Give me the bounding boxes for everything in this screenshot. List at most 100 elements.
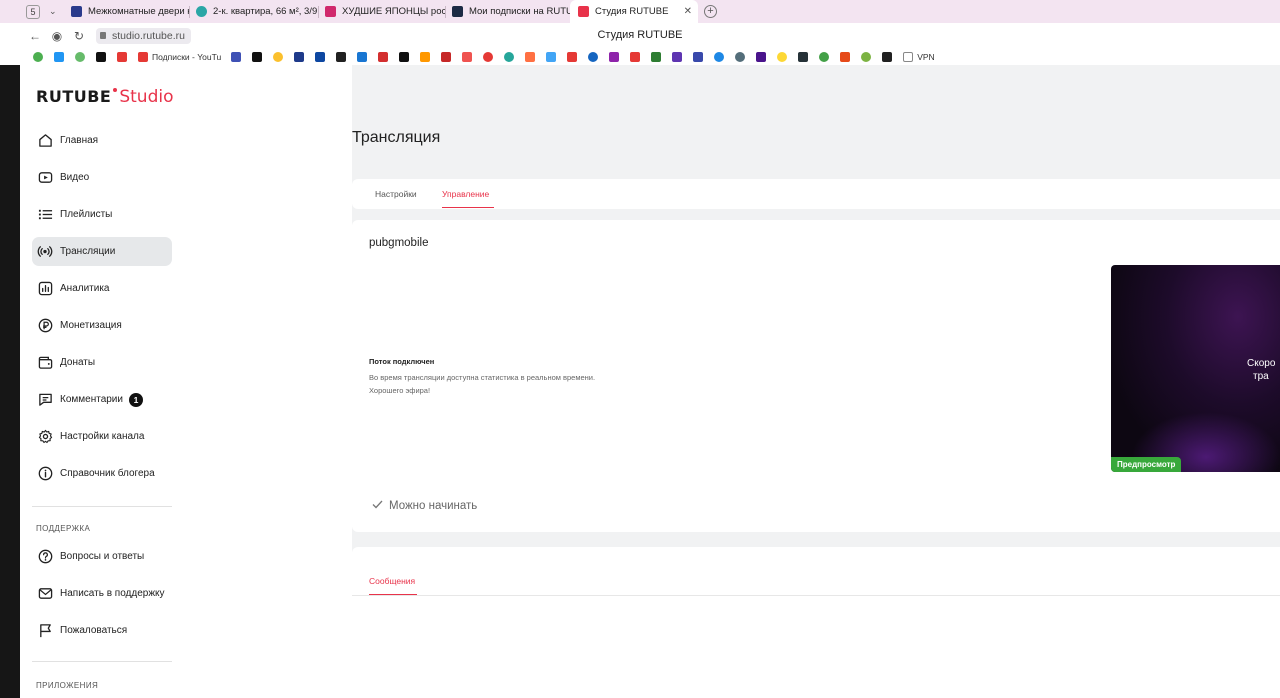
bookmark-icon[interactable] <box>840 51 851 62</box>
preview-text-line: Скоро <box>1247 358 1276 369</box>
sidebar-item-playlists[interactable]: Плейлисты <box>32 200 172 229</box>
sidebar-item-label: Написать в поддержку <box>60 588 165 599</box>
browser-tab[interactable]: 2-к. квартира, 66 м², 3/9 э <box>190 0 318 23</box>
bookmark-icon[interactable] <box>504 51 515 62</box>
sidebar-item-home[interactable]: Главная <box>32 126 172 155</box>
sidebar-divider <box>32 661 172 662</box>
sidebar-item-broadcasts[interactable]: Трансляции <box>32 237 172 266</box>
bookmark-icon[interactable] <box>714 51 725 62</box>
new-tab-button[interactable]: + <box>704 5 717 18</box>
status-desc-line: Во время трансляции доступна статистика … <box>369 373 596 382</box>
preview-badge: Предпросмотр <box>1111 457 1182 472</box>
sidebar-item-video[interactable]: Видео <box>32 163 172 192</box>
bookmark-icon[interactable] <box>798 51 809 62</box>
bookmark-icon[interactable] <box>399 51 410 62</box>
browser-tab-label: Мои подписки на RUTUBE <box>469 6 570 17</box>
page-title: Трансляция <box>352 129 441 146</box>
sidebar-item-report[interactable]: Пожаловаться <box>32 616 172 645</box>
bookmark-icon[interactable] <box>357 51 368 62</box>
bookmark-icon[interactable] <box>735 51 746 62</box>
browser-tab-label: Межкомнатные двери ко <box>88 6 189 17</box>
bookmark-vpn[interactable]: VPN <box>903 51 935 62</box>
bookmark-icon[interactable] <box>567 51 578 62</box>
bookmark-icon[interactable] <box>96 51 106 62</box>
sidebar-item-monetization[interactable]: Монетизация <box>32 311 172 340</box>
sidebar-item-label: Вопросы и ответы <box>60 551 145 562</box>
bookmark-icon[interactable] <box>75 51 85 62</box>
sidebar-item-channel-settings[interactable]: Настройки канала <box>32 422 172 451</box>
stream-status-title: Поток подключен <box>369 357 435 366</box>
back-arrow-icon[interactable]: ← <box>24 29 46 43</box>
bookmark-icon[interactable] <box>630 51 641 62</box>
bookmark-icon[interactable] <box>117 51 127 62</box>
whatsapp-icon[interactable] <box>819 51 830 62</box>
bookmark-icon[interactable] <box>33 51 43 62</box>
browser-tab[interactable]: ХУДШИЕ ЯПОНЦЫ россі <box>319 0 445 23</box>
stream-preview[interactable]: Скоро тра Предпросмотр <box>1111 265 1280 472</box>
close-tab-icon[interactable]: ✕ <box>684 6 692 17</box>
logo-dot <box>113 88 118 92</box>
url-field[interactable]: studio.rutube.ru <box>96 27 191 44</box>
tab-settings[interactable]: Настройки <box>375 189 417 199</box>
sidebar-nav: Главная Видео Плейлисты Трансляции Анали… <box>32 126 172 496</box>
bookmark-icon[interactable] <box>756 51 767 62</box>
browser-tab[interactable]: Межкомнатные двери ко <box>65 0 189 23</box>
bookmark-icon[interactable] <box>609 51 620 62</box>
sidebar-item-label: Трансляции <box>60 246 116 257</box>
sidebar-item-faq[interactable]: Вопросы и ответы <box>32 542 172 571</box>
flag-icon <box>37 623 53 639</box>
bookmark-label: VPN <box>917 51 935 62</box>
rutube-studio-favicon-icon <box>578 6 589 17</box>
bookmark-icon[interactable] <box>336 51 347 62</box>
bookmark-icon[interactable] <box>882 51 893 62</box>
bookmark-icon[interactable] <box>420 51 431 62</box>
chat-divider <box>352 595 1280 596</box>
bookmark-youtube[interactable]: Подписки - YouTu <box>138 51 221 62</box>
tab-counter[interactable]: 5 <box>26 4 40 19</box>
bookmark-icon[interactable] <box>462 51 473 62</box>
analytics-icon <box>37 281 53 297</box>
tab-management[interactable]: Управление <box>442 189 489 199</box>
bookmark-icon[interactable] <box>588 51 599 62</box>
tab-list-chevron-icon[interactable]: ⌄ <box>49 6 61 17</box>
checkmark-icon <box>372 500 383 512</box>
bookmark-icon[interactable] <box>441 51 452 62</box>
bookmark-icon[interactable] <box>483 51 494 62</box>
browser-tab-label: 2-к. квартира, 66 м², 3/9 э <box>213 6 318 17</box>
bookmark-icon[interactable] <box>861 51 872 62</box>
sidebar-item-label: Пожаловаться <box>60 625 128 636</box>
sidebar-item-blogger-guide[interactable]: Справочник блогера <box>32 459 172 488</box>
info-icon <box>37 466 53 482</box>
home-icon <box>37 133 53 149</box>
apps-heading: ПРИЛОЖЕНИЯ <box>36 681 99 690</box>
bookmark-icon[interactable] <box>777 51 788 62</box>
bookmark-icon[interactable] <box>273 51 284 62</box>
browser-tab-active[interactable]: Студия RUTUBE ✕ <box>570 0 698 23</box>
bookmark-icon[interactable] <box>546 51 557 62</box>
bookmark-icon[interactable] <box>693 51 704 62</box>
bookmark-icon[interactable] <box>315 51 326 62</box>
reload-icon[interactable]: ↻ <box>68 29 90 43</box>
bookmark-icon[interactable] <box>54 51 64 62</box>
question-icon <box>37 549 53 565</box>
bookmark-icon[interactable] <box>294 51 305 62</box>
sidebar-item-analytics[interactable]: Аналитика <box>32 274 172 303</box>
youtube-icon <box>138 51 148 62</box>
browser-tab-label: Студия RUTUBE <box>595 6 669 17</box>
bookmark-icon[interactable] <box>651 51 662 62</box>
bookmark-icon[interactable] <box>252 51 263 62</box>
tab-messages[interactable]: Сообщения <box>369 576 415 586</box>
sidebar-item-donations[interactable]: Донаты <box>32 348 172 377</box>
support-heading: ПОДДЕРЖКА <box>36 524 91 533</box>
browser-tab[interactable]: Мои подписки на RUTUBE <box>446 0 570 23</box>
bookmark-icon[interactable] <box>525 51 536 62</box>
gmail-icon[interactable] <box>378 51 389 62</box>
rutube-studio-logo[interactable]: RUTUBE Studio <box>36 87 174 107</box>
sidebar-item-contact-support[interactable]: Написать в поддержку <box>32 579 172 608</box>
bookmark-icon[interactable] <box>231 51 242 62</box>
sidebar-item-comments[interactable]: Комментарии 1 <box>32 385 172 414</box>
active-tab-underline <box>442 207 494 208</box>
protect-shield-icon[interactable]: ◉ <box>46 29 68 43</box>
bookmark-icon[interactable] <box>672 51 683 62</box>
wallet-icon <box>37 355 53 371</box>
